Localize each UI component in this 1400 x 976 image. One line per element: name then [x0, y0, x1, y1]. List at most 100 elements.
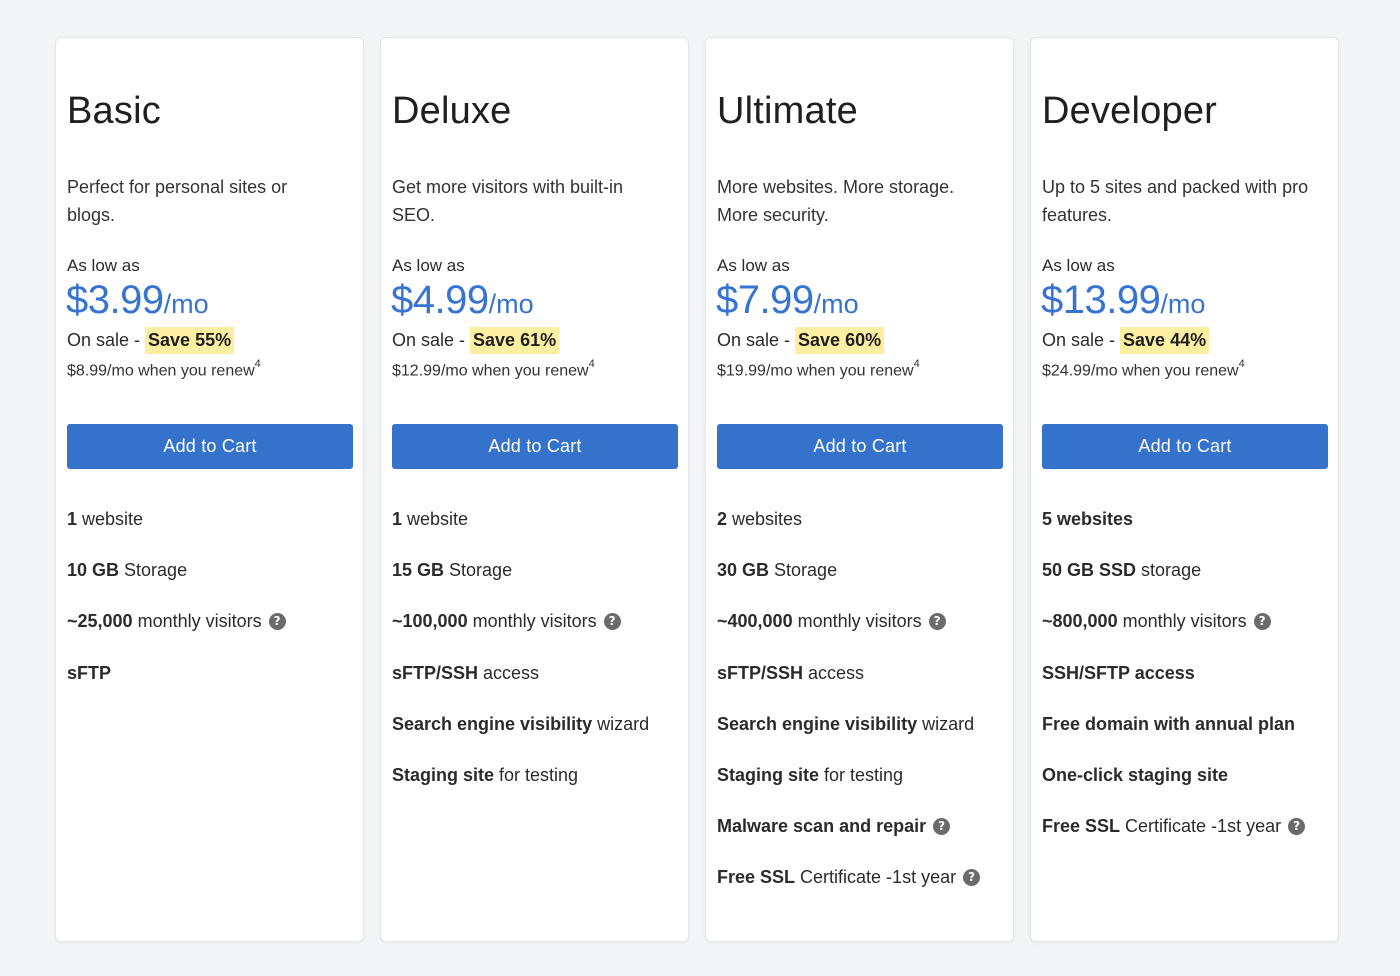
- question-mark-icon[interactable]: ?: [268, 613, 286, 631]
- feature-highlight: Free SSL: [1042, 816, 1121, 837]
- renew-price: $19.99/mo when you renew4: [717, 358, 920, 380]
- feature-item: SSH/SFTP access: [1042, 659, 1332, 710]
- feature-highlight: SSH/SFTP access: [1042, 662, 1195, 683]
- save-badge: Save 44%: [1120, 327, 1210, 354]
- question-mark-icon[interactable]: ?: [1288, 818, 1306, 836]
- feature-text: monthly visitors: [132, 611, 262, 632]
- add-to-cart-button[interactable]: Add to Cart: [717, 424, 1003, 469]
- plan-description: Up to 5 sites and packed with pro featur…: [1042, 177, 1309, 225]
- price-row: $4.99/mo: [391, 278, 534, 323]
- feature-item: Free SSL Certificate -1st year?: [717, 863, 1007, 914]
- renew-price: $24.99/mo when you renew4: [1042, 358, 1245, 380]
- plan-description: More websites. More storage. More securi…: [717, 177, 955, 225]
- feature-highlight: Search engine visibility: [717, 713, 918, 734]
- feature-item: sFTP/SSH access: [392, 659, 682, 710]
- footnote-marker: 4: [254, 358, 261, 370]
- question-mark-icon[interactable]: ?: [1253, 613, 1271, 631]
- price-value: $13.99: [1041, 278, 1161, 322]
- as-low-as-label: As low as: [67, 256, 140, 275]
- feature-item: Search engine visibility wizard: [392, 710, 682, 761]
- feature-text: website: [77, 509, 144, 529]
- feature-highlight: ~800,000: [1042, 611, 1118, 632]
- feature-item: ~800,000 monthly visitors?: [1042, 607, 1332, 658]
- feature-text: Certificate -1st year: [795, 867, 957, 888]
- plan-card-deluxe: Deluxe Get more visitors with built-in S…: [380, 37, 689, 942]
- feature-highlight: sFTP/SSH: [392, 662, 479, 683]
- question-mark-icon[interactable]: ?: [933, 818, 951, 836]
- feature-text: wizard: [592, 713, 650, 734]
- plan-card-basic: Basic Perfect for personal sites or blog…: [55, 37, 364, 942]
- sale-row: On sale - Save 55%: [67, 327, 235, 354]
- footnote-marker: 4: [913, 358, 920, 370]
- feature-text: monthly visitors: [467, 611, 597, 632]
- feature-item: ~25,000 monthly visitors?: [67, 607, 357, 658]
- on-sale-label: On sale -: [1042, 330, 1116, 350]
- feature-highlight: sFTP: [67, 662, 112, 683]
- price-row: $13.99/mo: [1041, 278, 1205, 323]
- price-value: $7.99: [716, 278, 814, 322]
- feature-list: 2 websites 30 GB Storage ~400,000 monthly …: [717, 505, 1007, 915]
- save-badge: Save 61%: [470, 327, 560, 354]
- price-period: /mo: [1160, 289, 1206, 319]
- feature-text: access: [478, 662, 540, 683]
- on-sale-label: On sale -: [67, 330, 141, 350]
- feature-list: 1 website 15 GB Storage ~100,000 monthly v…: [392, 505, 682, 812]
- feature-text: monthly visitors: [792, 611, 922, 632]
- feature-item: ~100,000 monthly visitors?: [392, 607, 682, 658]
- feature-highlight: 50 GB SSD: [1042, 560, 1137, 581]
- question-mark-icon[interactable]: ?: [603, 613, 621, 631]
- feature-item: 15 GB Storage: [392, 556, 682, 607]
- feature-item: 1 website: [67, 505, 357, 556]
- feature-highlight: Free SSL: [717, 867, 796, 888]
- renew-text: $19.99/mo when you renew: [717, 362, 914, 380]
- question-mark-icon[interactable]: ?: [963, 869, 981, 887]
- feature-item: 5 websites: [1042, 505, 1332, 556]
- price-value: $3.99: [66, 278, 164, 322]
- feature-text: website: [402, 509, 469, 529]
- feature-highlight: Malware scan and repair: [717, 816, 927, 837]
- on-sale-label: On sale -: [392, 330, 466, 350]
- save-badge: Save 60%: [795, 327, 885, 354]
- add-to-cart-button[interactable]: Add to Cart: [1042, 424, 1328, 469]
- feature-highlight: Staging site: [392, 764, 495, 785]
- feature-highlight: Staging site: [717, 764, 820, 785]
- renew-text: $8.99/mo when you renew: [67, 362, 255, 380]
- feature-highlight: 1: [392, 509, 403, 529]
- price-value: $4.99: [391, 278, 489, 322]
- price-period: /mo: [488, 289, 534, 319]
- feature-item: Search engine visibility wizard: [717, 710, 1007, 761]
- feature-highlight: 15 GB: [392, 560, 445, 581]
- as-low-as-label: As low as: [392, 256, 465, 275]
- feature-text: for testing: [819, 764, 904, 785]
- price-period: /mo: [163, 289, 209, 319]
- feature-text: for testing: [494, 764, 579, 785]
- add-to-cart-button[interactable]: Add to Cart: [67, 424, 353, 469]
- feature-highlight: 1: [67, 509, 78, 529]
- feature-item: Free domain with annual plan: [1042, 710, 1332, 761]
- question-mark-icon[interactable]: ?: [928, 613, 946, 631]
- feature-item: sFTP/SSH access: [717, 659, 1007, 710]
- add-to-cart-button[interactable]: Add to Cart: [392, 424, 678, 469]
- plan-description: Perfect for personal sites or blogs.: [67, 177, 288, 225]
- renew-price: $12.99/mo when you renew4: [392, 358, 595, 380]
- feature-item: 1 website: [392, 505, 682, 556]
- feature-item: 30 GB Storage: [717, 556, 1007, 607]
- feature-item: Staging site for testing: [392, 761, 682, 812]
- feature-highlight: 2: [717, 509, 728, 529]
- feature-highlight: ~100,000: [392, 611, 468, 632]
- footnote-marker: 4: [1238, 358, 1245, 370]
- on-sale-label: On sale -: [717, 330, 791, 350]
- feature-highlight: 30 GB: [717, 560, 770, 581]
- plan-card-ultimate: Ultimate More websites. More storage. Mo…: [705, 37, 1014, 942]
- feature-text: Storage: [444, 560, 513, 581]
- feature-item: Free SSL Certificate -1st year?: [1042, 812, 1332, 863]
- feature-list: 5 websites 50 GB SSD storage ~800,000 mont…: [1042, 505, 1332, 863]
- sale-row: On sale - Save 61%: [392, 327, 560, 354]
- feature-item: Staging site for testing: [717, 761, 1007, 812]
- feature-item: 50 GB SSD storage: [1042, 556, 1332, 607]
- plan-description: Get more visitors with built-in SEO.: [392, 177, 624, 225]
- feature-highlight: One-click staging site: [1042, 764, 1229, 785]
- plan-name: Basic: [67, 90, 161, 132]
- feature-text: Storage: [769, 560, 838, 581]
- feature-item: sFTP: [67, 659, 357, 710]
